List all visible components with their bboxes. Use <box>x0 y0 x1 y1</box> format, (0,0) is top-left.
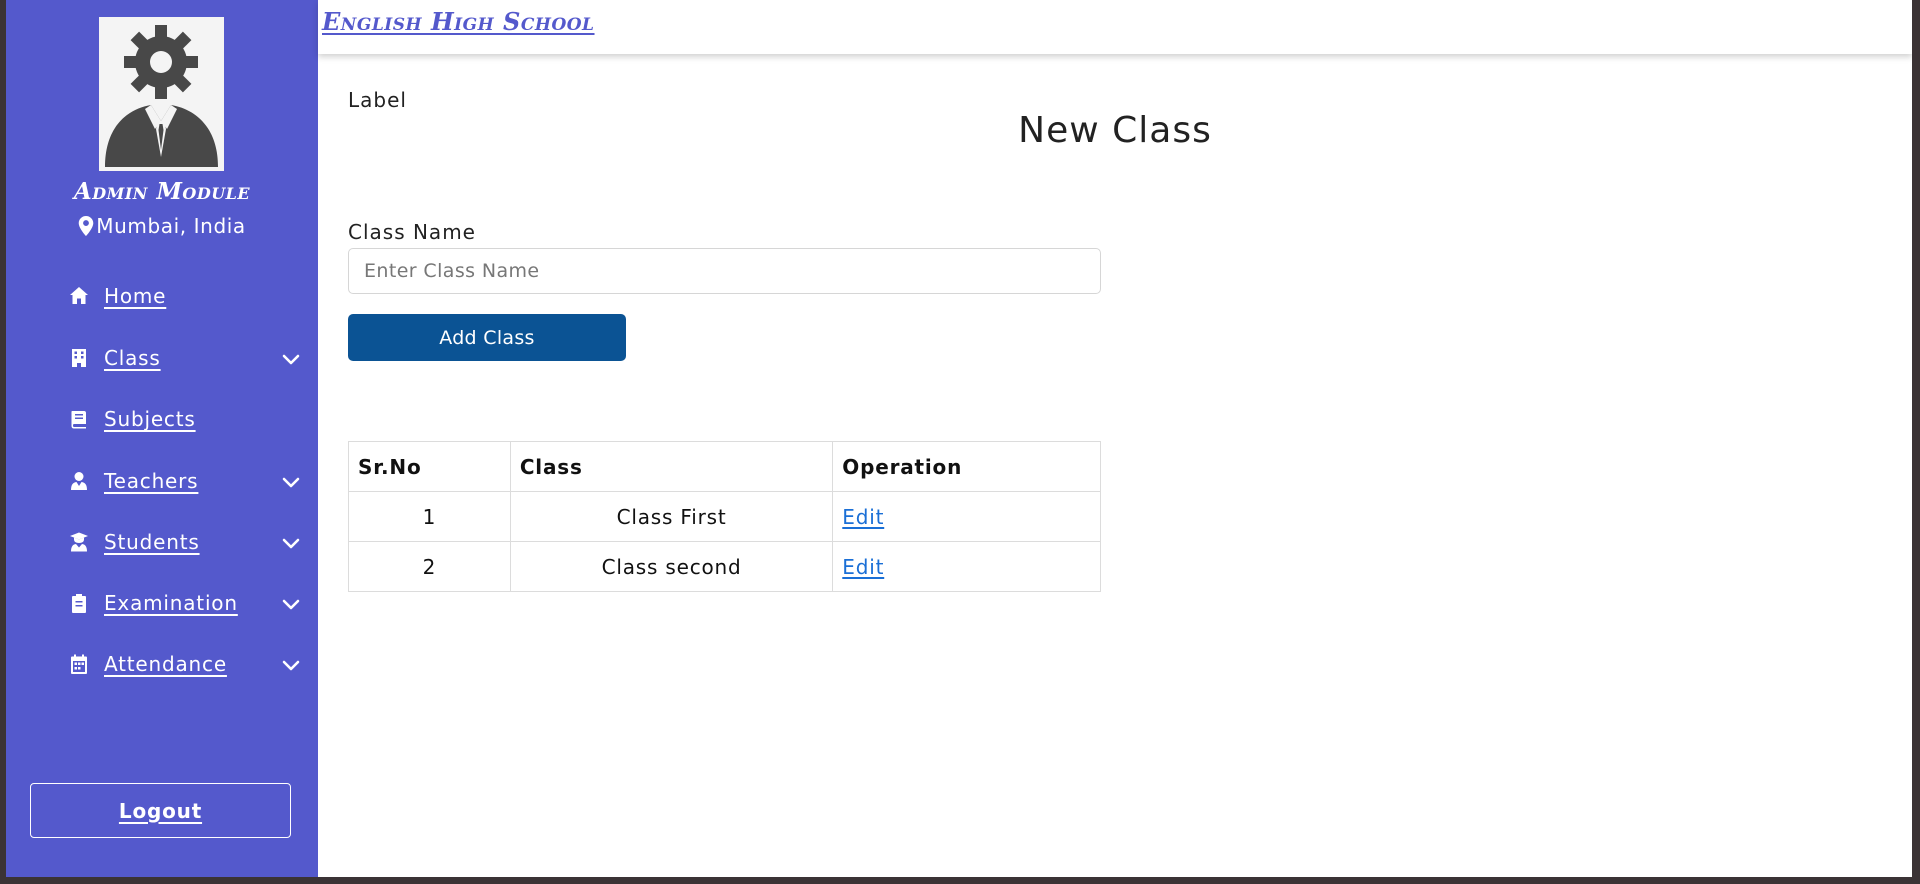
app-window: Admin Module Mumbai, India Home Class Su… <box>6 0 1912 877</box>
sidebar-item-label: Teachers <box>104 469 199 493</box>
admin-avatar <box>99 17 224 171</box>
table-header-row: Sr.No Class Operation <box>348 441 1101 492</box>
sidebar-item-label: Attendance <box>104 652 227 676</box>
sidebar-item-examination[interactable]: Examination <box>68 585 308 621</box>
cell-class: Class First <box>509 491 834 542</box>
page-title: New Class <box>1018 110 1212 151</box>
school-name-link[interactable]: English High School <box>322 7 595 36</box>
home-icon <box>68 285 90 307</box>
map-marker-icon <box>78 216 94 236</box>
sidebar-item-attendance[interactable]: Attendance <box>68 646 308 682</box>
chevron-down-icon[interactable] <box>280 348 302 370</box>
sidebar-item-label: Home <box>104 284 167 308</box>
class-name-label: Class Name <box>348 220 476 244</box>
module-title: Admin Module <box>73 178 251 205</box>
cell-operation: Edit <box>832 541 1101 592</box>
label-text: Label <box>348 88 407 112</box>
sidebar-item-class[interactable]: Class <box>68 340 308 376</box>
edit-link[interactable]: Edit <box>842 505 884 529</box>
edit-link[interactable]: Edit <box>842 555 884 579</box>
sidebar-item-label: Students <box>104 530 200 554</box>
sidebar-item-subjects[interactable]: Subjects <box>68 401 308 437</box>
sidebar: Admin Module Mumbai, India Home Class Su… <box>6 0 318 877</box>
sidebar-item-home[interactable]: Home <box>68 278 308 314</box>
column-header-class: Class <box>509 441 834 492</box>
sidebar-item-label: Examination <box>104 591 238 615</box>
user-graduate-icon <box>68 531 90 553</box>
sidebar-item-students[interactable]: Students <box>68 524 308 560</box>
sidebar-item-teachers[interactable]: Teachers <box>68 463 308 499</box>
cell-sr-no: 1 <box>348 491 511 542</box>
user-tie-icon <box>68 470 90 492</box>
chevron-down-icon[interactable] <box>280 532 302 554</box>
cell-sr-no: 2 <box>348 541 511 592</box>
top-header: English High School <box>318 0 1912 54</box>
chevron-down-icon[interactable] <box>280 593 302 615</box>
column-header-operation: Operation <box>832 441 1101 492</box>
admin-gear-person-icon <box>99 17 224 171</box>
add-class-button[interactable]: Add Class <box>348 314 626 361</box>
location-text: Mumbai, India <box>96 214 246 238</box>
classes-table: Sr.No Class Operation 1 Class First Edit… <box>348 441 1101 592</box>
calendar-icon <box>68 653 90 675</box>
chevron-down-icon[interactable] <box>280 471 302 493</box>
building-icon <box>68 347 90 369</box>
logout-button[interactable]: Logout <box>30 783 291 838</box>
cell-class: Class second <box>509 541 834 592</box>
table-row: 2 Class second Edit <box>348 541 1101 592</box>
sidebar-item-label: Class <box>104 346 161 370</box>
column-header-sr-no: Sr.No <box>348 441 511 492</box>
location: Mumbai, India <box>6 214 318 238</box>
sidebar-item-label: Subjects <box>104 407 196 431</box>
class-name-input[interactable] <box>348 248 1101 294</box>
chevron-down-icon[interactable] <box>280 654 302 676</box>
clipboard-icon <box>68 592 90 614</box>
table-row: 1 Class First Edit <box>348 491 1101 542</box>
cell-operation: Edit <box>832 491 1101 542</box>
book-icon <box>68 408 90 430</box>
